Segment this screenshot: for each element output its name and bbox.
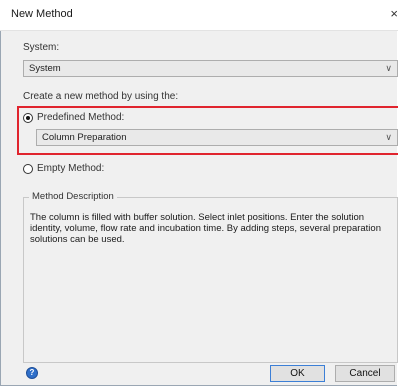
radio-selected-dot [26,116,30,120]
cancel-button[interactable]: Cancel [335,365,395,382]
predefined-method-value: Column Preparation [42,132,127,143]
ok-button[interactable]: OK [270,365,325,382]
chevron-down-icon: ∨ [385,63,392,73]
window-title: New Method [11,8,73,20]
empty-method-radio[interactable] [23,164,33,174]
system-label: System: [23,42,60,53]
predefined-method-radio[interactable] [23,113,33,123]
method-description-legend: Method Description [29,191,117,202]
create-method-label: Create a new method by using the: [23,91,179,102]
title-bar: New Method × [0,0,398,31]
chevron-down-icon: ∨ [385,132,392,142]
help-icon[interactable]: ? [26,367,38,379]
empty-method-label: Empty Method: [37,163,105,174]
system-dropdown-value: System [29,63,61,74]
predefined-method-dropdown[interactable]: Column Preparation ∨ [36,129,398,146]
close-icon[interactable]: × [380,4,398,24]
predefined-method-label: Predefined Method: [37,112,125,123]
system-dropdown[interactable]: System ∨ [23,60,398,77]
method-description-text: The column is filled with buffer solutio… [30,212,381,245]
